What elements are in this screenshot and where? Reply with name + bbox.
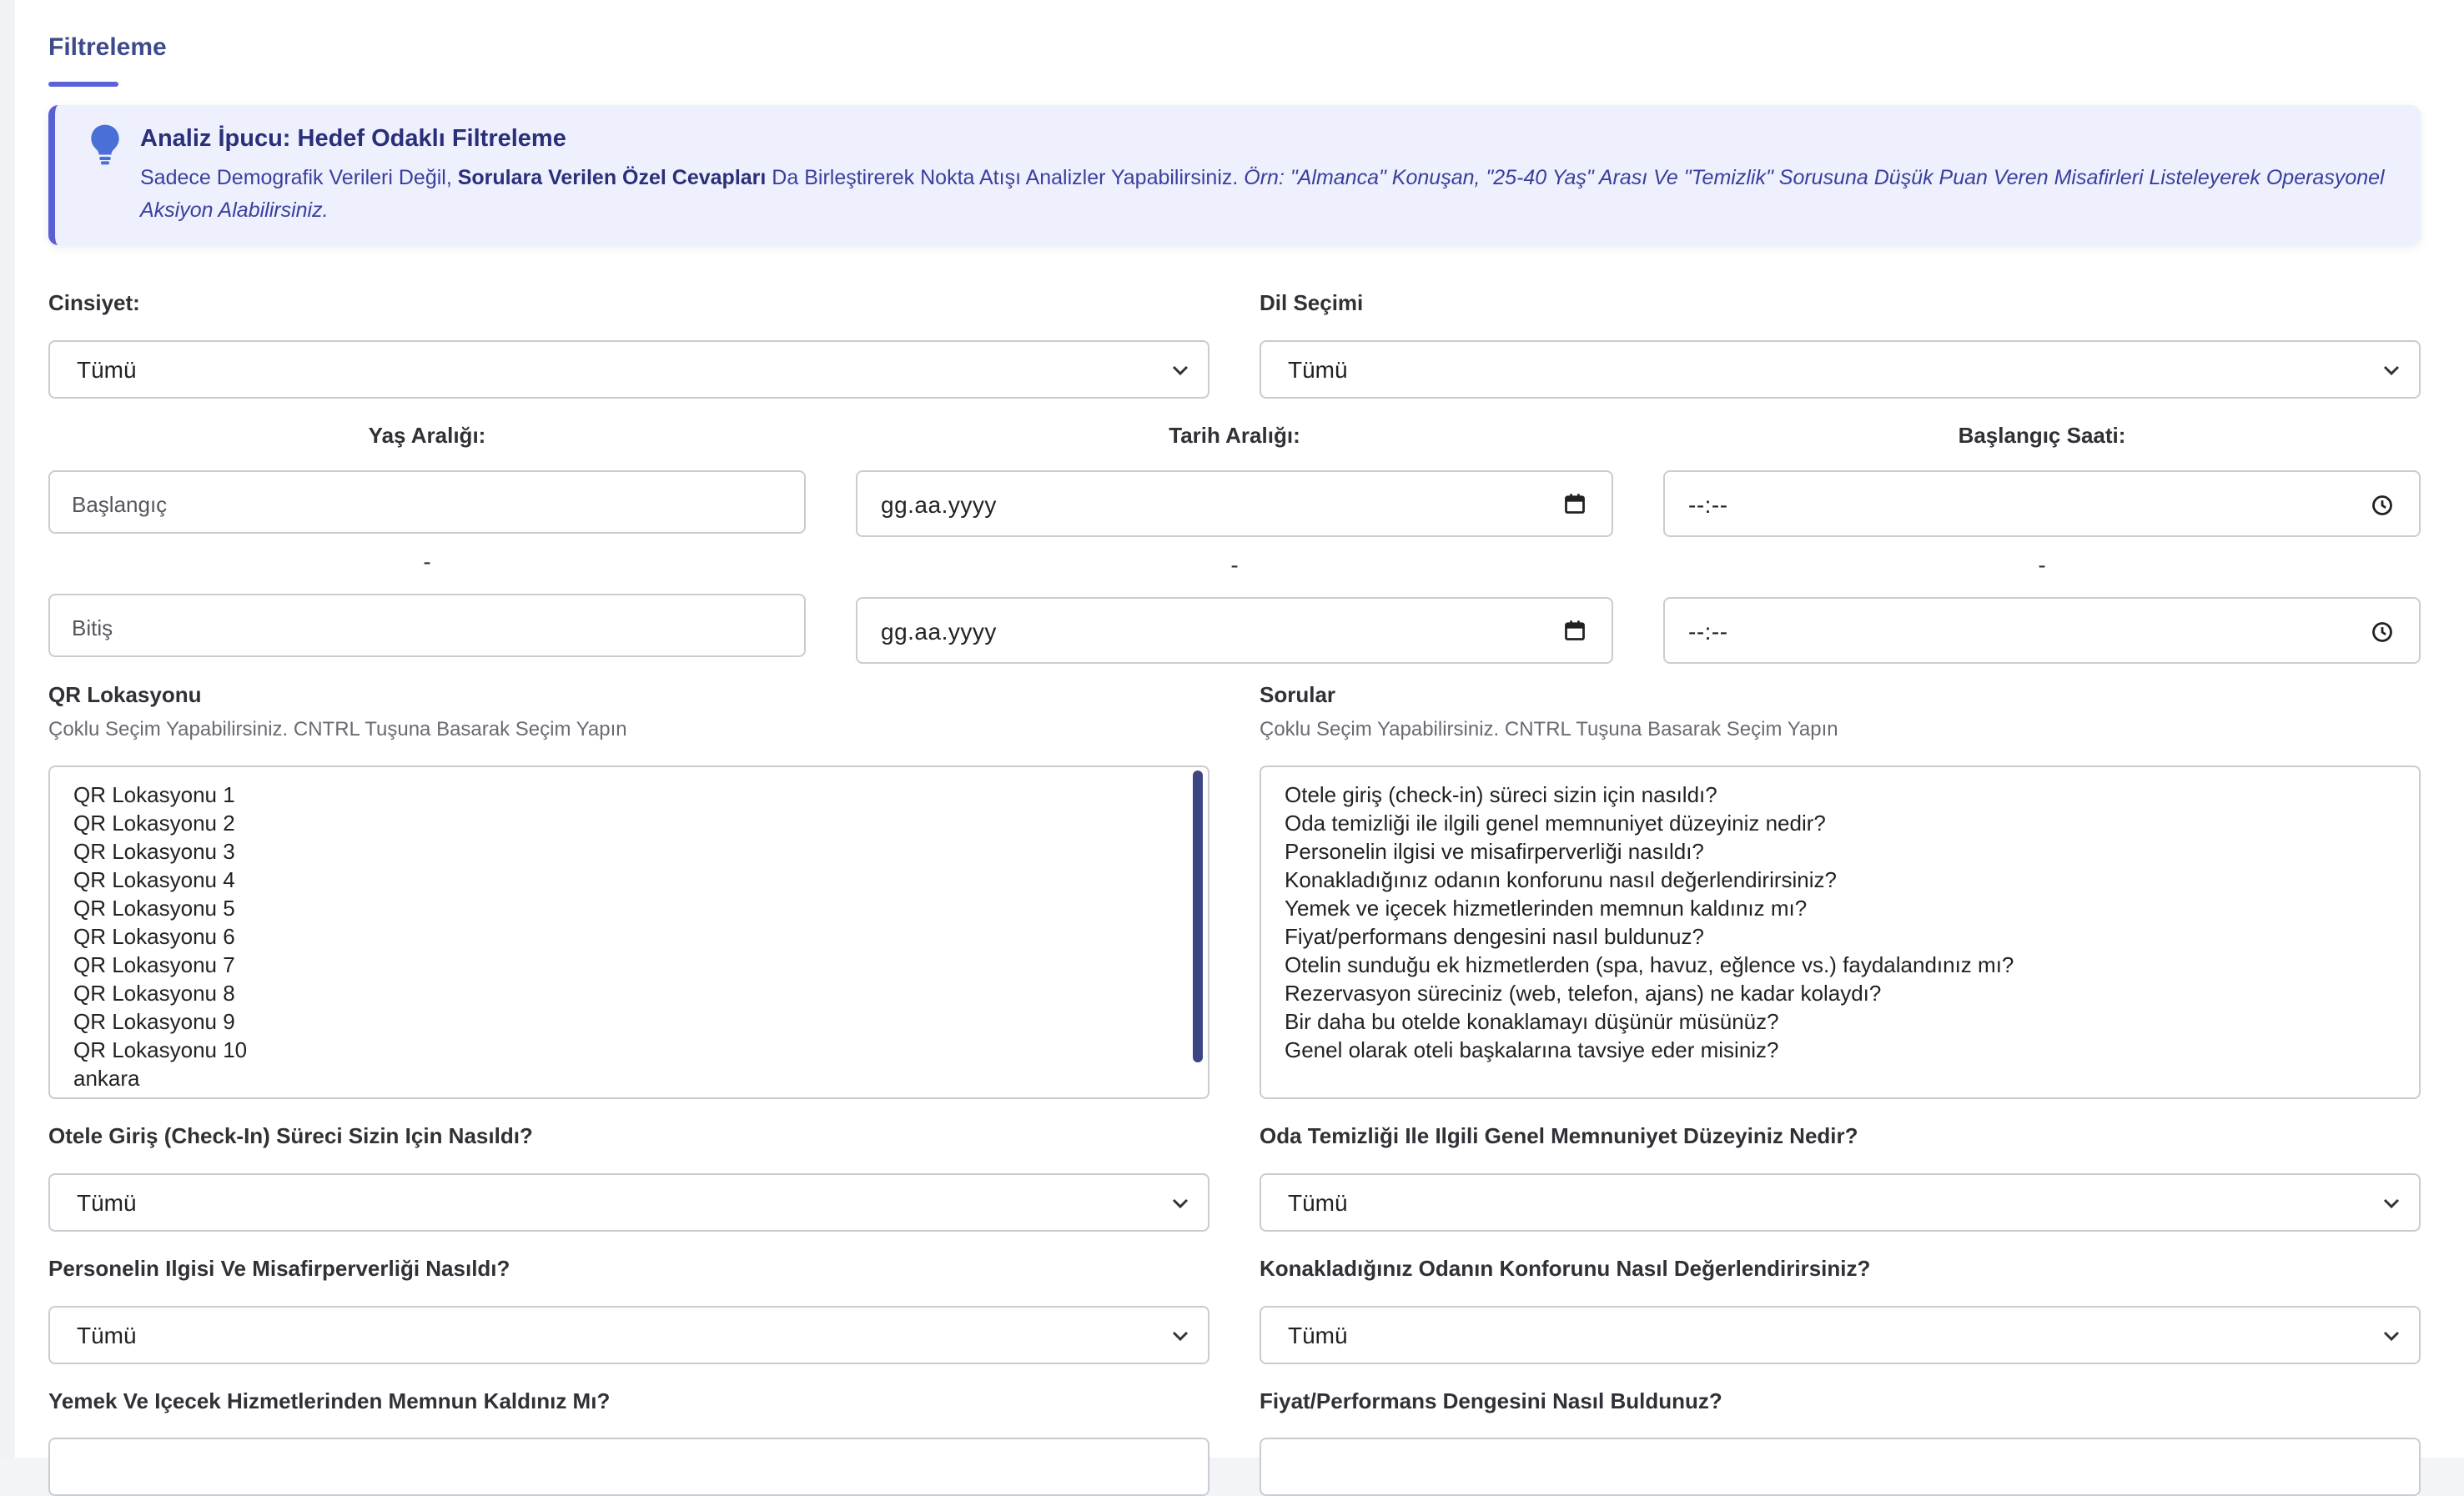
- q-comfort-select[interactable]: Tümü: [1260, 1306, 2421, 1364]
- qr-location-option[interactable]: QR Lokasyonu 4: [73, 866, 1174, 894]
- date-range-label: Tarih Aralığı:: [1169, 423, 1300, 448]
- tab-active-indicator: [48, 82, 118, 87]
- chevron-down-icon: [2383, 365, 2400, 376]
- question-option[interactable]: Rezervasyon süreciniz (web, telefon, aja…: [1285, 979, 2386, 1007]
- date-range-separator: -: [1230, 552, 1239, 578]
- questions-listbox[interactable]: Otele giriş (check-in) süreci sizin için…: [1260, 766, 2421, 1099]
- q-food-select[interactable]: [48, 1438, 1209, 1496]
- q-comfort-value: Tümü: [1288, 1323, 1348, 1348]
- question-option[interactable]: Personelin ilgisi ve misafirperverliği n…: [1285, 837, 2386, 866]
- questions-options: Otele giriş (check-in) süreci sizin için…: [1285, 781, 2386, 1064]
- language-select[interactable]: Tümü: [1260, 340, 2421, 399]
- qr-location-option[interactable]: QR Lokasyonu 5: [73, 894, 1174, 922]
- qr-location-listbox[interactable]: QR Lokasyonu 1 QR Lokasyonu 2 QR Lokasyonu…: [48, 766, 1209, 1099]
- date-end-input[interactable]: gg.aa.yyyy: [856, 597, 1613, 664]
- language-select-value: Tümü: [1288, 357, 1348, 383]
- lightbulb-icon: [91, 124, 119, 165]
- q-price-label: Fiyat/Performans Dengesini Nasıl Buldunu…: [1260, 1388, 1722, 1413]
- qr-location-option[interactable]: QR Lokasyonu 1: [73, 781, 1174, 809]
- age-start-input[interactable]: Başlangıç: [48, 470, 806, 534]
- question-option[interactable]: Otele giriş (check-in) süreci sizin için…: [1285, 781, 2386, 809]
- question-option[interactable]: Konakladığınız odanın konforunu nasıl de…: [1285, 866, 2386, 894]
- question-option[interactable]: Otelin sunduğu ek hizmetlerden (spa, hav…: [1285, 951, 2386, 979]
- question-option[interactable]: Genel olarak oteli başkalarına tavsiye e…: [1285, 1036, 2386, 1064]
- q-checkin-label: Otele Giriş (Check-In) Süreci Sizin Için…: [48, 1123, 533, 1148]
- chevron-down-icon: [1172, 365, 1189, 376]
- q-cleaning-label: Oda Temizliği Ile Ilgili Genel Memnuniye…: [1260, 1123, 1858, 1148]
- age-range-separator: -: [423, 549, 431, 575]
- start-time-value: --:--: [1688, 492, 1728, 518]
- gender-label: Cinsiyet:: [48, 290, 140, 315]
- end-time-input[interactable]: --:--: [1663, 597, 2421, 664]
- chevron-down-icon: [2383, 1198, 2400, 1209]
- q-price-select[interactable]: [1260, 1438, 2421, 1496]
- clock-icon[interactable]: [2371, 494, 2394, 517]
- qr-location-label: QR Lokasyonu: [48, 682, 202, 707]
- language-label: Dil Seçimi: [1260, 290, 1364, 315]
- qr-location-option[interactable]: QR Lokasyonu 2: [73, 809, 1174, 837]
- questions-hint: Çoklu Seçim Yapabilirsiniz. CNTRL Tuşuna…: [1260, 718, 1838, 740]
- end-time-value: --:--: [1688, 619, 1728, 645]
- q-comfort-label: Konakladığınız Odanın Konforunu Nasıl De…: [1260, 1256, 1871, 1281]
- q-staff-value: Tümü: [77, 1323, 137, 1348]
- qr-location-hint: Çoklu Seçim Yapabilirsiniz. CNTRL Tuşuna…: [48, 718, 627, 740]
- tip-body-bold: Sorulara Verilen Özel Cevapları: [457, 166, 767, 189]
- filter-page: Filtreleme Analiz İpucu: Hedef Odaklı Fi…: [0, 0, 2464, 1496]
- q-checkin-select[interactable]: Tümü: [48, 1173, 1209, 1232]
- clock-icon[interactable]: [2371, 620, 2394, 644]
- q-cleaning-value: Tümü: [1288, 1190, 1348, 1216]
- question-option[interactable]: Fiyat/performans dengesini nasıl buldunu…: [1285, 922, 2386, 951]
- q-checkin-value: Tümü: [77, 1190, 137, 1216]
- gender-select[interactable]: Tümü: [48, 340, 1209, 399]
- age-start-placeholder: Başlangıç: [72, 492, 168, 517]
- date-start-value: gg.aa.yyyy: [881, 492, 997, 518]
- question-option[interactable]: Bir daha bu otelde konaklamayı düşünür m…: [1285, 1007, 2386, 1036]
- gender-select-value: Tümü: [77, 357, 137, 383]
- questions-label: Sorular: [1260, 682, 1336, 707]
- start-time-input[interactable]: --:--: [1663, 470, 2421, 537]
- qr-location-option[interactable]: QR Lokasyonu 9: [73, 1007, 1174, 1036]
- q-cleaning-select[interactable]: Tümü: [1260, 1173, 2421, 1232]
- age-end-placeholder: Bitiş: [72, 615, 113, 640]
- tab-filtreleme[interactable]: Filtreleme: [48, 33, 167, 62]
- q-staff-select[interactable]: Tümü: [48, 1306, 1209, 1364]
- tip-body-text: Sadece Demografik Verileri Değil,: [140, 166, 458, 189]
- age-range-label: Yaş Aralığı:: [368, 423, 486, 448]
- start-time-label: Başlangıç Saati:: [1958, 423, 2126, 448]
- qr-location-option[interactable]: QR Lokasyonu 7: [73, 951, 1174, 979]
- calendar-icon[interactable]: [1563, 492, 1587, 515]
- date-start-input[interactable]: gg.aa.yyyy: [856, 470, 1613, 537]
- q-food-label: Yemek Ve Içecek Hizmetlerinden Memnun Ka…: [48, 1388, 611, 1413]
- tip-body-text-2: Da Birleştirerek Nokta Atışı Analizler Y…: [766, 166, 1245, 189]
- qr-location-option[interactable]: QR Lokasyonu 3: [73, 837, 1174, 866]
- calendar-icon[interactable]: [1563, 619, 1587, 642]
- chevron-down-icon: [1172, 1198, 1189, 1209]
- qr-location-option[interactable]: QR Lokasyonu 10: [73, 1036, 1174, 1064]
- page-edge: [0, 0, 15, 1458]
- qr-location-option[interactable]: QR Lokasyonu 8: [73, 979, 1174, 1007]
- time-range-separator: -: [2038, 552, 2046, 578]
- question-option[interactable]: Yemek ve içecek hizmetlerinden memnun ka…: [1285, 894, 2386, 922]
- chevron-down-icon: [2383, 1331, 2400, 1342]
- tip-body: Sadece Demografik Verileri Değil, Sorula…: [140, 162, 2392, 227]
- q-staff-label: Personelin Ilgisi Ve Misafirperverliği N…: [48, 1256, 510, 1281]
- tip-title: Analiz İpucu: Hedef Odaklı Filtreleme: [140, 125, 566, 152]
- age-end-input[interactable]: Bitiş: [48, 594, 806, 657]
- qr-location-option[interactable]: ankara: [73, 1064, 1174, 1092]
- qr-location-options: QR Lokasyonu 1 QR Lokasyonu 2 QR Lokasyonu…: [73, 781, 1174, 1092]
- qr-listbox-scrollbar[interactable]: [1193, 771, 1203, 1062]
- date-end-value: gg.aa.yyyy: [881, 619, 997, 645]
- qr-location-option[interactable]: QR Lokasyonu 6: [73, 922, 1174, 951]
- analysis-tip-box: Analiz İpucu: Hedef Odaklı Filtreleme Sa…: [48, 105, 2421, 245]
- chevron-down-icon: [1172, 1331, 1189, 1342]
- question-option[interactable]: Oda temizliği ile ilgili genel memnuniye…: [1285, 809, 2386, 837]
